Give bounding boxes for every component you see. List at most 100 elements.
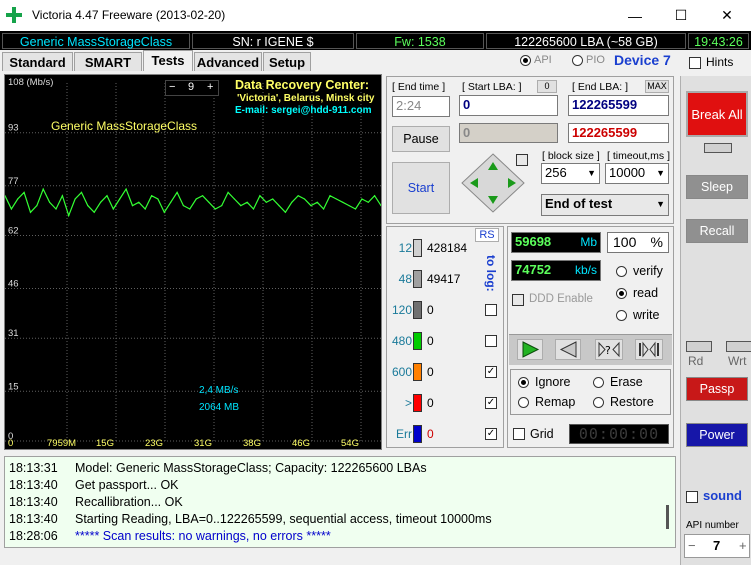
stats-row-value: 0 (427, 334, 434, 348)
end-lba-field[interactable]: 122265599 (568, 95, 669, 116)
timeout-select[interactable]: 10000 ▼ (605, 163, 669, 184)
end-button[interactable] (635, 339, 663, 360)
x-tick-label: 54G (341, 438, 359, 449)
log-panel[interactable]: 18:13:31 Model: Generic MassStorageClass;… (4, 456, 676, 548)
speed-point (208, 201, 210, 203)
api-number-spinner[interactable]: − 7 + (684, 534, 750, 558)
ignore-radio[interactable] (518, 377, 529, 388)
to-log-checkbox[interactable]: ✓ (485, 428, 497, 440)
rewind-button[interactable] (555, 339, 581, 360)
verify-radio[interactable] (616, 266, 627, 277)
to-log-checkbox[interactable] (485, 304, 497, 316)
skip-button[interactable]: ? (595, 339, 623, 360)
read-radio[interactable] (616, 288, 627, 299)
speed-point (106, 195, 108, 197)
scale-control[interactable]: − 9 + (165, 80, 219, 96)
stats-row-label: 120 (391, 303, 412, 317)
tab-tests[interactable]: Tests (143, 50, 193, 71)
erase-radio[interactable] (593, 377, 604, 388)
minimize-button[interactable]: — (612, 0, 658, 31)
log-scrollbar[interactable] (666, 505, 669, 529)
tab-setup[interactable]: Setup (263, 52, 311, 71)
pause-button[interactable]: Pause (392, 126, 450, 152)
api-minus-button[interactable]: − (688, 538, 696, 553)
current-speed: 2,4 MB/s (199, 385, 239, 396)
scale-plus-icon[interactable]: + (207, 81, 213, 93)
speed-point (10, 208, 12, 210)
percent-value: 100 (613, 234, 637, 250)
speed-point (195, 198, 197, 200)
speed-point (348, 205, 350, 207)
read-label: read (633, 286, 659, 300)
power-button[interactable]: Power (686, 423, 748, 447)
hints-checkbox[interactable] (689, 57, 701, 69)
x-origin-label: 0 (8, 438, 13, 449)
tab-smart[interactable]: SMART (74, 52, 142, 71)
banner-line2: 'Victoria', Belarus, Minsk city (237, 93, 375, 104)
scale-minus-icon[interactable]: − (169, 81, 175, 93)
x-tick-label: 15G (96, 438, 114, 449)
rd-label: Rd (688, 354, 704, 368)
x-tick-label: 31G (194, 438, 212, 449)
start-button[interactable]: Start (392, 162, 450, 214)
speed-point (335, 198, 337, 200)
break-all-button[interactable]: Break All (686, 91, 748, 137)
block-size-select[interactable]: 256 ▼ (541, 163, 600, 184)
pio-radio[interactable] (572, 55, 583, 66)
rd-indicator (686, 341, 712, 352)
maximize-button[interactable]: ☐ (658, 0, 704, 31)
title-bar: Victoria 4.47 Freeware (2013-02-20) — ☐ … (0, 0, 751, 31)
chevron-down-icon: ▼ (587, 168, 596, 178)
to-log-checkbox[interactable]: ✓ (485, 397, 497, 409)
stats-row-label: Err (396, 427, 412, 441)
speed-point (233, 198, 235, 200)
write-radio[interactable] (616, 310, 627, 321)
reset-stats-button[interactable]: RS (475, 228, 499, 242)
end-lba-max-button[interactable]: MAX (645, 80, 669, 93)
to-log-checkbox[interactable]: ✓ (485, 366, 497, 378)
start-lba-extra[interactable]: 0 (537, 80, 557, 93)
speed-point (284, 211, 286, 213)
recall-button[interactable]: Recall (686, 219, 748, 243)
sleep-button[interactable]: Sleep (686, 175, 748, 199)
tab-standard[interactable]: Standard (2, 52, 73, 71)
passp-button[interactable]: Passp (686, 377, 748, 401)
sound-checkbox[interactable] (686, 491, 698, 503)
direction-checkbox[interactable] (516, 154, 528, 166)
restore-radio[interactable] (593, 397, 604, 408)
x-tick-label: 23G (145, 438, 163, 449)
drive-model[interactable]: Generic MassStorageClass (2, 33, 190, 49)
api-number-label: API number (686, 520, 739, 531)
api-plus-button[interactable]: + (739, 538, 747, 553)
ddd-checkbox[interactable] (512, 294, 524, 306)
remap-radio[interactable] (518, 397, 529, 408)
start-lba-current: 0 (459, 123, 558, 143)
start-lba-field[interactable]: 0 (459, 95, 558, 116)
api-radio[interactable] (520, 55, 531, 66)
percent-counter: 100 % (607, 232, 669, 253)
speed-point (272, 198, 274, 200)
erase-label: Erase (610, 375, 643, 389)
to-log-checkbox[interactable] (485, 335, 497, 347)
speed-point (170, 201, 172, 203)
graph-unit-label: 108 (Mb/s) (8, 77, 54, 88)
speed-point (87, 205, 89, 207)
stats-color-swatch (413, 425, 422, 443)
grid-checkbox[interactable] (513, 428, 525, 440)
end-lba-label: [ End LBA: ] (572, 81, 629, 93)
speed-point (17, 198, 19, 200)
y-tick-label: 62 (8, 225, 19, 236)
y-tick-label: 93 (8, 123, 19, 134)
x-tick-label: 7959M (47, 438, 76, 449)
speed-point (93, 211, 95, 213)
close-button[interactable]: ✕ (704, 0, 750, 31)
tab-advanced[interactable]: Advanced (194, 52, 262, 71)
end-action-select[interactable]: End of test ▼ (541, 194, 669, 216)
wrt-label: Wrt (728, 354, 747, 368)
end-time-field[interactable]: 2:24 (392, 96, 450, 117)
chevron-down-icon: ▼ (656, 168, 665, 178)
play-button[interactable] (517, 339, 543, 360)
wrt-indicator (726, 341, 751, 352)
y-tick-label: 77 (8, 176, 19, 187)
speed-point (354, 208, 357, 210)
